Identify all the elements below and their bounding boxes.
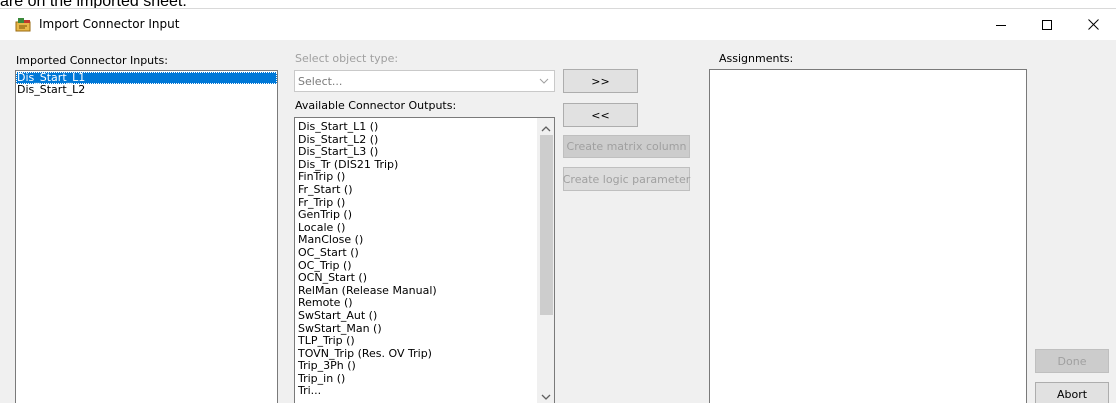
output-item[interactable]: Trip_3Ph () [297, 360, 437, 373]
output-item[interactable]: OCN_Start () [297, 272, 437, 285]
output-item[interactable]: OC_Start () [297, 246, 437, 260]
output-item[interactable]: Tri... [297, 385, 437, 398]
outputs-items: Dis_Start_L1 () Dis_Start_L2 () Dis_Start_… [297, 120, 437, 398]
available-outputs-label: Available Connector Outputs: [295, 99, 457, 112]
app-icon [15, 17, 32, 32]
output-item[interactable]: SwStart_Aut () [297, 309, 437, 323]
output-item[interactable]: Fr_Start () [297, 183, 437, 197]
imported-input-item[interactable]: Dis_Start_L2 [16, 84, 277, 96]
minimize-icon [996, 24, 1006, 26]
window-title: Import Connector Input [39, 17, 180, 31]
maximize-button[interactable] [1024, 9, 1070, 40]
object-type-value: Select... [298, 74, 343, 88]
remove-assignment-button[interactable]: << [563, 103, 638, 127]
object-type-select[interactable]: Select... [294, 70, 555, 92]
chevron-down-icon [539, 76, 549, 89]
output-item[interactable]: GenTrip () [297, 209, 437, 222]
minimize-button[interactable] [978, 9, 1024, 40]
output-item[interactable]: TLP_Trip () [297, 334, 437, 348]
scroll-thumb[interactable] [540, 135, 553, 315]
done-button[interactable]: Done [1035, 349, 1109, 373]
create-logic-parameter-button[interactable]: Create logic parameter [563, 167, 690, 191]
import-connector-dialog: Import Connector Input Imported Connecto… [0, 8, 1116, 403]
imported-inputs-label: Imported Connector Inputs: [16, 54, 168, 67]
scroll-down-icon[interactable] [541, 391, 551, 403]
add-assignment-button[interactable]: >> [563, 69, 638, 93]
output-item[interactable]: Dis_Start_L1 () [297, 120, 437, 134]
assignments-list[interactable] [709, 69, 1027, 403]
create-matrix-column-button[interactable]: Create matrix column [563, 135, 690, 158]
assignments-label: Assignments: [719, 52, 794, 65]
title-bar[interactable]: Import Connector Input [0, 9, 1116, 40]
output-item[interactable]: Dis_Start_L3 () [297, 146, 437, 159]
close-button[interactable] [1070, 9, 1116, 40]
abort-button[interactable]: Abort [1035, 382, 1109, 403]
available-outputs-list[interactable]: Dis_Start_L1 () Dis_Start_L2 () Dis_Start_… [294, 117, 555, 403]
close-icon [1087, 19, 1099, 30]
imported-inputs-list[interactable]: Dis_Start_L1 Dis_Start_L2 [15, 70, 278, 403]
outputs-scrollbar[interactable] [537, 118, 554, 403]
maximize-icon [1042, 19, 1052, 30]
object-type-label: Select object type: [295, 52, 399, 65]
